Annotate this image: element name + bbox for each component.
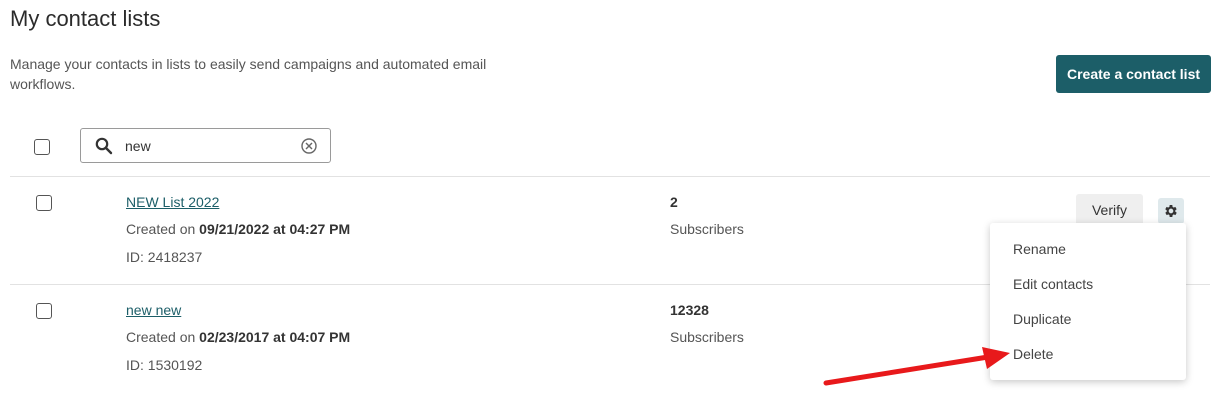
- menu-item-rename[interactable]: Rename: [990, 231, 1186, 266]
- created-prefix: Created on: [126, 221, 196, 237]
- search-field[interactable]: [80, 128, 331, 163]
- subscriber-label: Subscribers: [670, 329, 744, 345]
- created-date: Created on 09/21/2022 at 04:27 PM: [126, 221, 350, 237]
- list-id: ID: 1530192: [126, 357, 203, 373]
- settings-button[interactable]: [1158, 198, 1184, 224]
- created-date: Created on 02/23/2017 at 04:07 PM: [126, 329, 350, 345]
- gear-icon: [1165, 205, 1177, 217]
- row-checkbox[interactable]: [36, 195, 52, 211]
- menu-item-duplicate[interactable]: Duplicate: [990, 301, 1186, 336]
- created-datetime: 02/23/2017 at 04:07 PM: [199, 329, 351, 345]
- subscriber-count: 2: [670, 194, 678, 210]
- page-description: Manage your contacts in lists to easily …: [10, 56, 487, 92]
- verify-button[interactable]: Verify: [1076, 194, 1143, 226]
- select-all-checkbox[interactable]: [34, 139, 50, 155]
- list-id: ID: 2418237: [126, 249, 203, 265]
- search-icon: [95, 137, 113, 155]
- subscriber-count: 12328: [670, 302, 709, 318]
- clear-icon[interactable]: [300, 137, 318, 155]
- create-contact-list-button[interactable]: Create a contact list: [1056, 55, 1211, 93]
- list-name-link[interactable]: new new: [126, 302, 181, 318]
- created-datetime: 09/21/2022 at 04:27 PM: [199, 221, 351, 237]
- red-arrow-icon: [823, 347, 1010, 386]
- menu-item-edit-contacts[interactable]: Edit contacts: [990, 266, 1186, 301]
- row-checkbox[interactable]: [36, 303, 52, 319]
- list-name-link[interactable]: NEW List 2022: [126, 194, 219, 210]
- subscriber-label: Subscribers: [670, 221, 744, 237]
- search-input[interactable]: [125, 135, 285, 157]
- page-title: My contact lists: [10, 6, 161, 31]
- created-prefix: Created on: [126, 329, 196, 345]
